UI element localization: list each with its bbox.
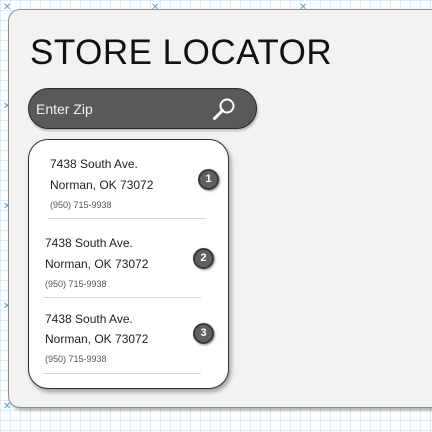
page-title: STORE LOCATOR [30, 33, 333, 72]
store-phone: (950) 715-9938 [45, 354, 107, 364]
zip-search-bar [28, 88, 257, 129]
store-number-badge: 2 [193, 248, 214, 269]
store-city: Norman, OK 73072 [45, 257, 149, 271]
search-icon[interactable] [211, 97, 237, 121]
store-phone: (950) 715-9938 [45, 279, 107, 289]
store-street: 7438 South Ave. [50, 157, 138, 171]
store-street: 7438 South Ave. [45, 236, 133, 250]
store-city: Norman, OK 73072 [45, 332, 149, 346]
list-divider [43, 373, 201, 374]
store-number-badge: 1 [198, 169, 219, 190]
store-list-item[interactable]: 7438 South Ave. Norman, OK 73072 (950) 7… [29, 219, 228, 298]
store-phone: (950) 715-9938 [50, 200, 112, 210]
store-city: Norman, OK 73072 [50, 178, 154, 192]
store-list-item[interactable]: 7438 South Ave. Norman, OK 73072 (950) 7… [29, 140, 228, 220]
store-street: 7438 South Ave. [45, 312, 133, 326]
store-number-badge: 3 [193, 323, 214, 344]
store-list-item[interactable]: 7438 South Ave. Norman, OK 73072 (950) 7… [29, 298, 228, 376]
store-results-list: 7438 South Ave. Norman, OK 73072 (950) 7… [28, 139, 229, 389]
zip-search-input[interactable] [34, 97, 178, 121]
guide-mark: ✕ [3, 2, 12, 13]
